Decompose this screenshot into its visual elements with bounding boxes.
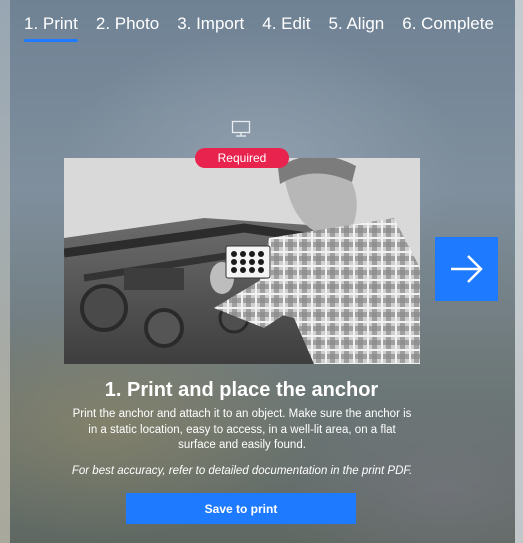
step-complete[interactable]: 6. Complete — [402, 14, 494, 40]
accuracy-note: For best accuracy, refer to detailed doc… — [71, 465, 413, 477]
step-align[interactable]: 5. Align — [328, 14, 384, 40]
step-label: 2. Photo — [95, 14, 160, 33]
right-edge — [515, 0, 523, 543]
step-label: 3. Import — [177, 14, 245, 33]
step-label: 5. Align — [328, 14, 385, 33]
step-label: 6. Complete — [402, 14, 494, 33]
anchor-photo — [64, 158, 420, 364]
step-label: 1. Print — [24, 14, 78, 33]
description: Print the anchor and attach it to an obj… — [72, 408, 412, 451]
arrow-right-icon — [450, 255, 483, 283]
active-step-indicator — [24, 39, 78, 42]
page-title: 1. Print and place the anchor — [104, 379, 379, 401]
step-import[interactable]: 3. Import — [177, 14, 244, 40]
left-edge — [0, 0, 10, 543]
photo-illustration — [64, 158, 420, 364]
step-print[interactable]: 1. Print — [24, 14, 78, 42]
step-edit[interactable]: 4. Edit — [262, 14, 310, 40]
save-to-print-button[interactable]: Save to print — [126, 493, 356, 524]
step-label: 4. Edit — [262, 14, 311, 33]
step-photo[interactable]: 2. Photo — [96, 14, 159, 40]
next-button[interactable] — [435, 237, 498, 301]
required-badge: Required — [195, 148, 289, 168]
monitor-icon — [231, 120, 251, 137]
step-nav: 1. Print 2. Photo 3. Import 4. Edit 5. A… — [24, 14, 494, 42]
